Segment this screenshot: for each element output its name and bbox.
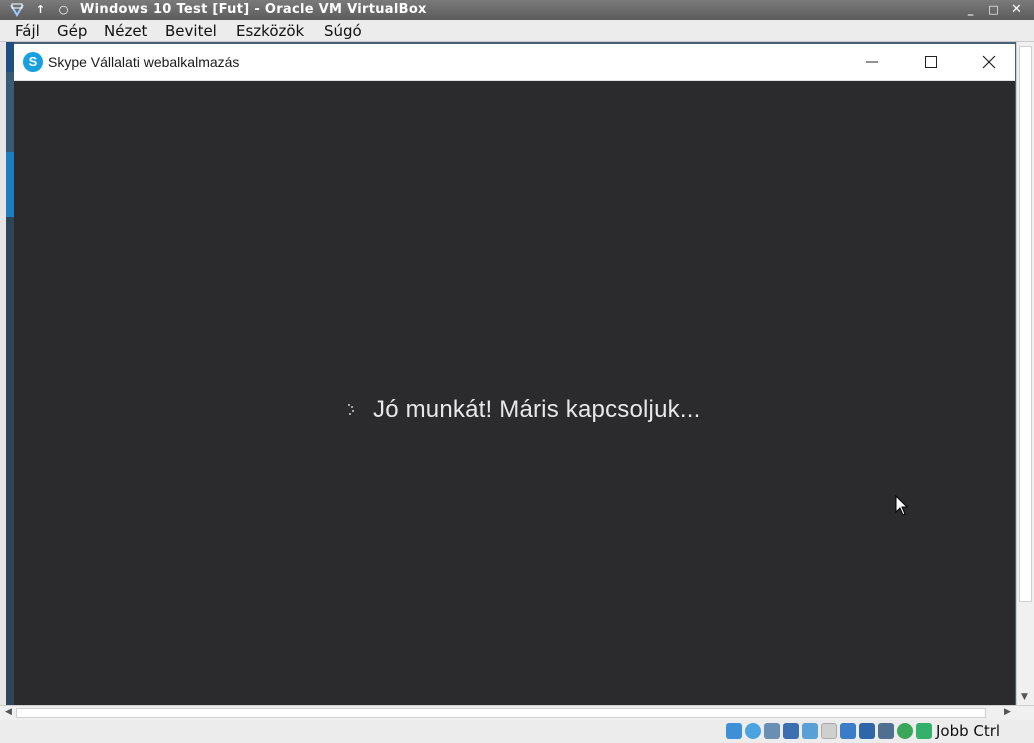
keyboard-icon[interactable]	[916, 723, 932, 739]
audio-icon[interactable]	[764, 723, 780, 739]
host-key-label: Jobb Ctrl	[936, 722, 1001, 740]
skype-app-window: S Skype Vállalati webalkalmazás Jó munká…	[14, 44, 1015, 705]
pin-up-icon[interactable]: ↑	[32, 2, 49, 18]
menu-file[interactable]: Fájl	[15, 21, 40, 41]
hard-disk-icon[interactable]	[726, 723, 742, 739]
host-close-icon[interactable]: ✕	[1008, 2, 1025, 18]
loading-spinner-icon	[348, 404, 354, 415]
skype-icon: S	[23, 52, 43, 72]
loading-indicator: Jó munkát! Máris kapcsoljuk...	[14, 396, 1015, 426]
recording-icon[interactable]	[859, 723, 875, 739]
host-window-title: Windows 10 Test [Fut] - Oracle VM Virtua…	[80, 2, 427, 17]
menu-machine[interactable]: Gép	[57, 21, 87, 41]
horizontal-scrollbar[interactable]: ◀ ▶	[0, 705, 1034, 720]
network-icon[interactable]	[783, 723, 799, 739]
shared-folders-icon[interactable]	[821, 723, 837, 739]
virtualbox-app-icon[interactable]	[8, 2, 25, 18]
app-close-button[interactable]	[966, 50, 1012, 76]
menu-view[interactable]: Nézet	[104, 21, 147, 41]
loading-message: Jó munkát! Máris kapcsoljuk...	[373, 396, 701, 423]
menu-input[interactable]: Bevitel	[165, 21, 217, 41]
host-maximize-icon[interactable]: □	[985, 2, 1002, 18]
mouse-integration-icon[interactable]	[897, 723, 913, 739]
scroll-down-arrow-icon[interactable]: ▼	[1021, 692, 1028, 702]
app-window-title: Skype Vállalati webalkalmazás	[48, 54, 240, 70]
vm-display[interactable]: ▼ S Skype Vállalati webalkalmazás Jó mun	[0, 42, 1034, 705]
usb-icon[interactable]	[802, 723, 818, 739]
display-icon[interactable]	[840, 723, 856, 739]
app-titlebar: S Skype Vállalati webalkalmazás	[14, 44, 1015, 81]
close-icon	[982, 55, 996, 69]
mouse-cursor-icon	[895, 495, 909, 516]
vertical-scroll-thumb[interactable]	[1019, 46, 1032, 602]
window-menu-icon[interactable]: ○	[55, 2, 72, 18]
menu-help[interactable]: Súgó	[324, 21, 362, 41]
maximize-icon	[925, 56, 937, 68]
host-minimize-icon[interactable]: _	[962, 2, 979, 18]
scroll-left-arrow-icon[interactable]: ◀	[5, 707, 12, 717]
host-menubar: Fájl Gép Nézet Bevitel Eszközök Súgó	[0, 20, 1034, 42]
guest-desktop-edge	[6, 42, 14, 705]
optical-drive-icon[interactable]	[745, 723, 761, 739]
minimize-icon	[866, 61, 878, 63]
menu-devices[interactable]: Eszközök	[236, 21, 304, 41]
app-maximize-button[interactable]	[908, 50, 954, 76]
horizontal-scroll-thumb[interactable]	[16, 708, 986, 718]
app-minimize-button[interactable]	[849, 50, 895, 76]
cpu-icon[interactable]	[878, 723, 894, 739]
scroll-right-arrow-icon[interactable]: ▶	[1004, 707, 1011, 717]
host-titlebar: ↑ ○ Windows 10 Test [Fut] - Oracle VM Vi…	[0, 0, 1034, 20]
status-bar: Jobb Ctrl	[0, 720, 1034, 743]
vertical-scrollbar[interactable]: ▼	[1016, 42, 1034, 705]
